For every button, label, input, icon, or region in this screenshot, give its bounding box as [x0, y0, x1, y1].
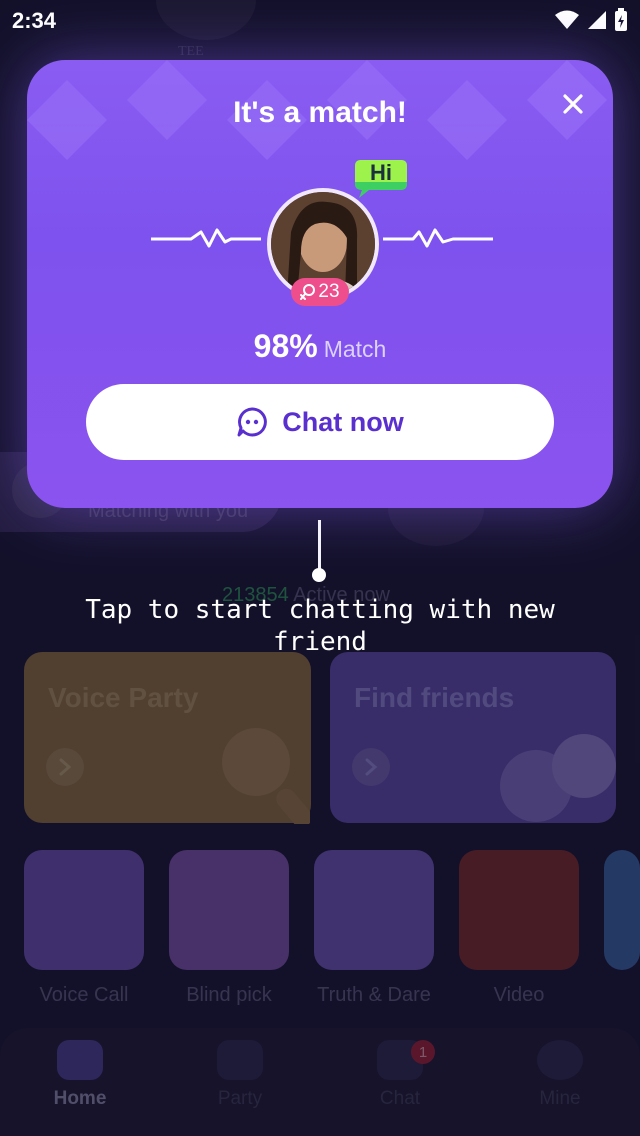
- status-icons: [554, 8, 628, 32]
- close-icon: [563, 94, 583, 114]
- onboarding-hint-text: Tap to start chatting with new friend: [85, 595, 555, 657]
- hi-text: Hi: [370, 160, 392, 185]
- battery-icon: [615, 8, 627, 31]
- right-sound-wave-icon: [383, 228, 493, 248]
- status-bar: 2:34: [0, 0, 640, 44]
- chat-now-button[interactable]: Chat now: [86, 384, 554, 460]
- female-gender-icon: [300, 284, 316, 300]
- chat-now-label: Chat now: [282, 406, 404, 437]
- left-sound-wave-icon: [151, 228, 261, 248]
- age-badge: 23: [291, 278, 349, 306]
- close-button[interactable]: [553, 84, 593, 124]
- decorative-pattern: [27, 60, 607, 160]
- wifi-icon: [555, 10, 579, 29]
- match-score: 98% Match: [27, 328, 613, 365]
- age-value: 23: [318, 281, 340, 302]
- match-title: It's a match!: [233, 96, 407, 129]
- hint-pointer-dot: [312, 568, 326, 582]
- match-percent-label: Match: [323, 336, 387, 362]
- chat-bubble-icon: [237, 407, 268, 437]
- signal-icon: [588, 11, 606, 29]
- match-dialog: It's a match! Hi 23 98% Match Chat now: [27, 60, 613, 508]
- hint-pointer-line: [318, 520, 321, 572]
- status-time: 2:34: [12, 8, 57, 33]
- match-percent-value: 98%: [253, 328, 318, 364]
